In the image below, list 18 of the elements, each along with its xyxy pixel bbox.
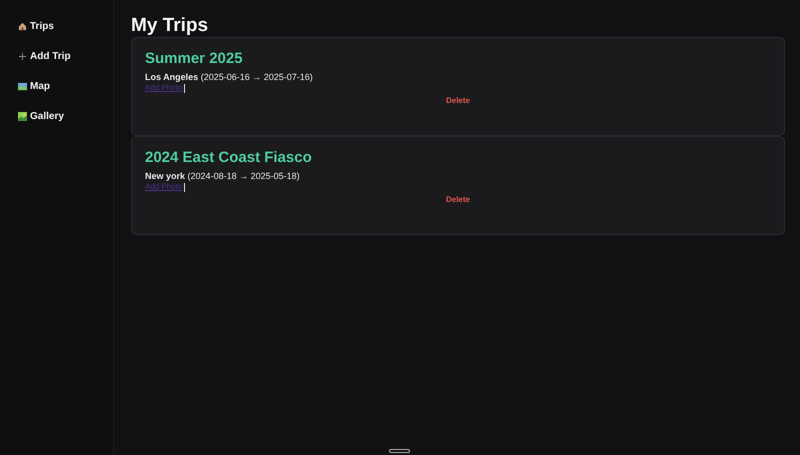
delete-button[interactable]: Delete (446, 195, 470, 204)
picture-frame-icon (18, 112, 27, 120)
delete-button[interactable]: Delete (446, 96, 470, 105)
trip-title: Summer 2025 (145, 50, 243, 68)
sidebar-item[interactable]: Trips (18, 18, 54, 34)
page-title: My Trips (131, 15, 208, 37)
trip-details: Los Angeles (2025-06-16 → 2025-07-16) (145, 72, 313, 83)
trip-title: 2024 East Coast Fiasco (145, 149, 312, 167)
map-icon (18, 82, 27, 90)
sidebar-item[interactable]: Gallery (18, 108, 64, 124)
sidebar-item[interactable]: Map (18, 78, 50, 94)
text-cursor (184, 84, 186, 92)
sidebar-item[interactable]: Add Trip (18, 48, 71, 64)
home-indicator (389, 449, 410, 453)
trip-details: New york (2024-08-18 → 2025-05-18) (145, 171, 300, 182)
text-cursor (184, 182, 186, 192)
house-icon (18, 22, 27, 30)
plus-icon (18, 52, 27, 60)
